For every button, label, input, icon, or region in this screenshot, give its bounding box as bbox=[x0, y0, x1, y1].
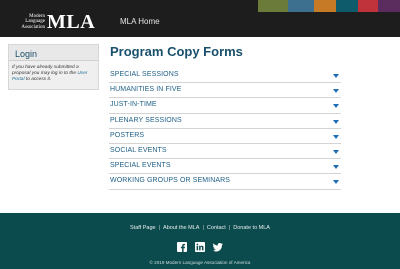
form-item-special-events[interactable]: SPECIAL EVENTS bbox=[109, 159, 341, 175]
chevron-down-icon bbox=[333, 104, 339, 109]
color-bars bbox=[258, 0, 400, 12]
chevron-down-icon bbox=[333, 89, 339, 94]
copyright-text: © 2019 Modern Language Association of Am… bbox=[149, 260, 251, 265]
form-item-just-in-time[interactable]: JUST-IN-TIME bbox=[109, 98, 341, 114]
login-text-after: to access it. bbox=[24, 77, 52, 82]
footer-links: Staff Page | About the MLA | Contact | Donate … bbox=[0, 225, 400, 231]
form-item-label: SOCIAL EVENTS bbox=[110, 146, 167, 154]
mla-home-link[interactable]: MLA Home bbox=[120, 17, 160, 26]
contact-link[interactable]: Contact bbox=[207, 225, 226, 231]
color-bar bbox=[378, 0, 400, 12]
form-item-working-groups[interactable]: WORKING GROUPS OR SEMINARS bbox=[109, 174, 341, 190]
facebook-icon[interactable] bbox=[177, 242, 187, 252]
page-title: Program Copy Forms bbox=[110, 44, 243, 59]
login-panel: Login If you have already submitted a pr… bbox=[8, 44, 99, 90]
form-item-special-sessions[interactable]: SPECIAL SESSIONS bbox=[109, 68, 341, 84]
chevron-down-icon bbox=[333, 134, 339, 139]
form-item-humanities-in-five[interactable]: HUMANITIES IN FIVE bbox=[109, 83, 341, 99]
color-bar bbox=[288, 0, 314, 12]
social-links bbox=[0, 242, 400, 252]
color-bar bbox=[336, 0, 358, 12]
chevron-down-icon bbox=[333, 149, 339, 154]
form-item-label: SPECIAL EVENTS bbox=[110, 162, 171, 170]
color-bar bbox=[314, 0, 336, 12]
twitter-icon[interactable] bbox=[213, 242, 223, 252]
about-mla-link[interactable]: About the MLA bbox=[163, 225, 199, 231]
login-text-before: If you have already submitted a proposal… bbox=[12, 65, 79, 76]
donate-link[interactable]: Donate to MLA bbox=[233, 225, 270, 231]
logo-mark: MLA bbox=[47, 11, 96, 33]
staff-page-link[interactable]: Staff Page bbox=[130, 225, 156, 231]
chevron-down-icon bbox=[333, 165, 339, 170]
login-title: Login bbox=[9, 45, 98, 61]
footer-separator: | bbox=[158, 225, 161, 231]
form-item-posters[interactable]: POSTERS bbox=[109, 129, 341, 144]
form-item-label: POSTERS bbox=[110, 131, 145, 139]
mla-logo[interactable]: Modern Language Association MLA bbox=[17, 12, 95, 32]
color-bar bbox=[258, 0, 288, 12]
forms-list: SPECIAL SESSIONS HUMANITIES IN FIVE JUST… bbox=[109, 68, 341, 190]
form-item-social-events[interactable]: SOCIAL EVENTS bbox=[109, 144, 341, 160]
site-footer: Staff Page | About the MLA | Contact | Donate … bbox=[0, 213, 400, 269]
color-bar bbox=[358, 0, 378, 12]
form-item-label: WORKING GROUPS OR SEMINARS bbox=[110, 177, 231, 185]
form-item-label: JUST-IN-TIME bbox=[110, 101, 157, 109]
form-item-label: SPECIAL SESSIONS bbox=[110, 71, 179, 78]
footer-separator: | bbox=[228, 225, 231, 231]
form-item-label: PLENARY SESSIONS bbox=[110, 116, 182, 124]
login-description: If you have already submitted a proposal… bbox=[9, 61, 98, 83]
form-item-label: HUMANITIES IN FIVE bbox=[110, 86, 182, 94]
logo-wordmark: Modern Language Association bbox=[17, 14, 45, 31]
chevron-down-icon bbox=[333, 180, 339, 185]
logo-line: Association bbox=[21, 24, 45, 30]
site-header: Modern Language Association MLA MLA Home bbox=[0, 0, 400, 37]
linkedin-icon[interactable] bbox=[195, 242, 205, 252]
chevron-down-icon bbox=[333, 119, 339, 124]
chevron-down-icon bbox=[333, 74, 339, 78]
form-item-plenary-sessions[interactable]: PLENARY SESSIONS bbox=[109, 114, 341, 129]
footer-separator: | bbox=[202, 225, 204, 231]
